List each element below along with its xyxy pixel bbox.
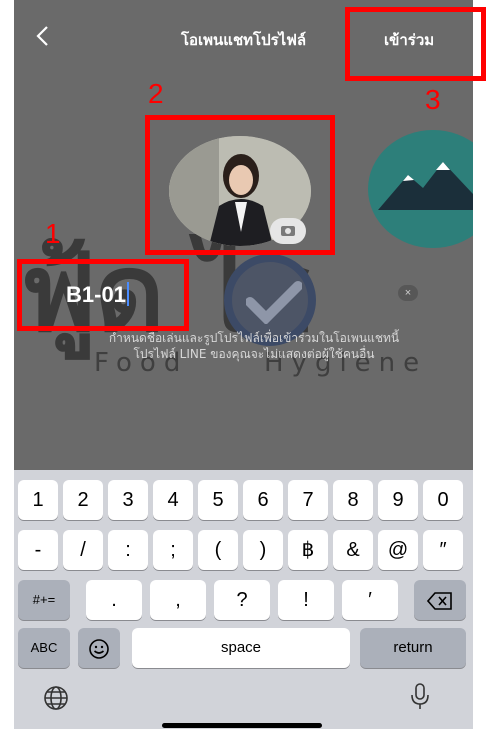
space-key[interactable]: space — [132, 628, 350, 668]
key-semicolon[interactable]: ; — [153, 530, 193, 570]
annotation-box-3 — [345, 7, 486, 81]
annotation-number-1: 1 — [45, 218, 61, 249]
key-6[interactable]: 6 — [243, 480, 283, 520]
key-2[interactable]: 2 — [63, 480, 103, 520]
key-1[interactable]: 1 — [18, 480, 58, 520]
key-abc[interactable]: ABC — [18, 628, 70, 668]
helper-text: กำหนดชื่อเล่นและรูปโปรไฟล์เพื่อเข้าร่วมใ… — [54, 330, 454, 362]
key-3[interactable]: 3 — [108, 480, 148, 520]
return-key[interactable]: return — [360, 628, 466, 668]
key-colon[interactable]: : — [108, 530, 148, 570]
key-quote[interactable]: ″ — [423, 530, 463, 570]
key-4[interactable]: 4 — [153, 480, 193, 520]
key-close-paren[interactable]: ) — [243, 530, 283, 570]
key-comma[interactable]: , — [150, 580, 206, 620]
annotation-number-3: 3 — [425, 84, 441, 115]
key-open-paren[interactable]: ( — [198, 530, 238, 570]
key-at[interactable]: @ — [378, 530, 418, 570]
phone-screen: ฟู้ด ไฮ Food Hygiene โอเพนแชทโปรไฟล์ เข้… — [14, 0, 473, 729]
key-slash[interactable]: / — [63, 530, 103, 570]
emoji-icon[interactable] — [78, 628, 120, 668]
globe-icon[interactable] — [42, 684, 70, 712]
key-apostrophe[interactable]: ′ — [342, 580, 398, 620]
key-7[interactable]: 7 — [288, 480, 328, 520]
clear-icon[interactable]: × — [398, 285, 418, 301]
key-question[interactable]: ? — [214, 580, 270, 620]
key-8[interactable]: 8 — [333, 480, 373, 520]
backspace-icon[interactable] — [414, 580, 466, 620]
key-exclamation[interactable]: ! — [278, 580, 334, 620]
key-9[interactable]: 9 — [378, 480, 418, 520]
annotation-number-2: 2 — [148, 78, 164, 109]
keyboard: 1 2 3 4 5 6 7 8 9 0 - / : ; ( ) ฿ & @ ″ … — [14, 470, 473, 729]
annotation-box-2 — [145, 115, 335, 255]
key-baht[interactable]: ฿ — [288, 530, 328, 570]
key-ampersand[interactable]: & — [333, 530, 373, 570]
key-more-symbols[interactable]: #+= — [18, 580, 70, 620]
key-hyphen[interactable]: - — [18, 530, 58, 570]
microphone-icon[interactable] — [408, 682, 432, 712]
helper-line-2: โปรไฟล์ LINE ของคุณจะไม่แสดงต่อผู้ใช้คนอ… — [133, 347, 375, 361]
default-avatar-option[interactable] — [368, 130, 473, 248]
helper-line-1: กำหนดชื่อเล่นและรูปโปรไฟล์เพื่อเข้าร่วมใ… — [108, 331, 400, 345]
key-5[interactable]: 5 — [198, 480, 238, 520]
key-period[interactable]: . — [86, 580, 142, 620]
key-0[interactable]: 0 — [423, 480, 463, 520]
home-indicator — [162, 723, 322, 728]
annotation-box-1 — [17, 259, 189, 331]
